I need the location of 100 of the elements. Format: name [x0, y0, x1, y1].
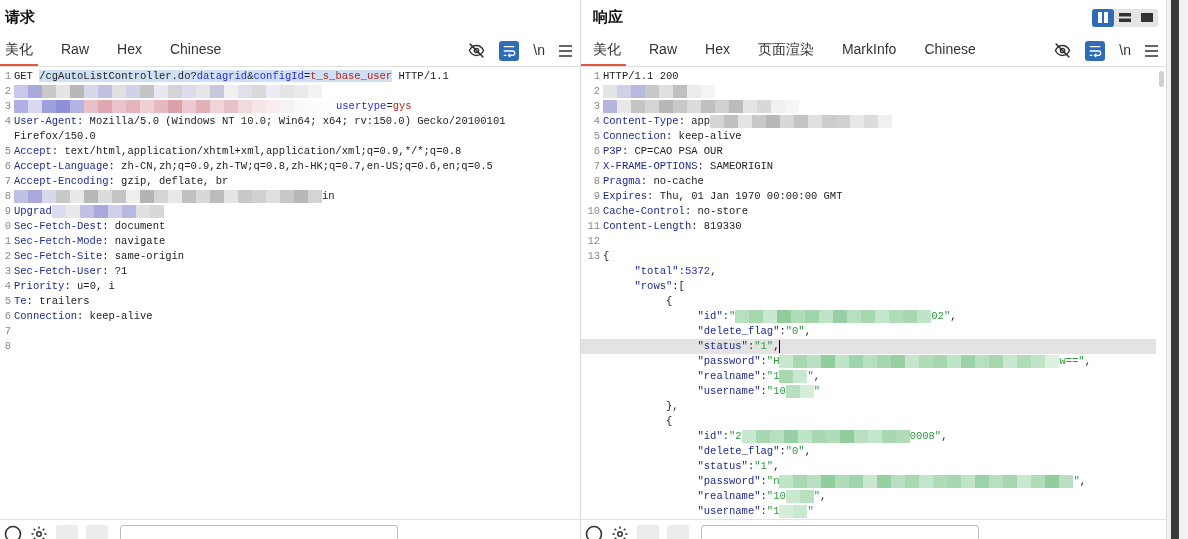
code-text: , [820, 490, 827, 502]
header-name: Content-Length [603, 220, 692, 232]
json-string: "1" [754, 460, 774, 472]
view-tab[interactable]: Chinese [164, 35, 227, 66]
code-text: { [665, 295, 673, 307]
newline-toggle[interactable]: \n [1119, 40, 1131, 61]
line-number: 8 [4, 340, 11, 352]
code-text: /cgAutoListController.do? [39, 70, 197, 82]
header-name: Sec-Fetch-User [14, 265, 103, 277]
eye-off-icon[interactable] [468, 42, 486, 59]
search-field[interactable] [120, 525, 398, 539]
view-tab[interactable]: 美化 [581, 35, 626, 66]
code-text: : [760, 475, 767, 487]
menu-icon[interactable] [559, 44, 572, 57]
header-name: Te [14, 295, 27, 307]
code-text: & [247, 70, 254, 82]
param-value: gys [392, 100, 412, 112]
json-string: "2 [729, 430, 742, 442]
view-tab[interactable]: 页面渲染 [752, 35, 819, 66]
newline-toggle[interactable]: \n [533, 40, 545, 61]
header-name: Cache-Control [603, 205, 685, 217]
line-number: 7 [593, 160, 600, 172]
param-name: datagrid [196, 70, 248, 82]
json-key: "total" [603, 265, 679, 277]
settings-icon[interactable] [611, 525, 629, 539]
code-text: : [747, 340, 755, 352]
code-text: , [813, 370, 821, 382]
code-text: : Thu, 01 Jan 1970 00:00:00 GMT [647, 190, 843, 202]
json-string: "H [766, 355, 780, 367]
settings-icon[interactable] [30, 525, 48, 539]
line-number: 4 [4, 115, 11, 127]
pane-title: 响应 [592, 7, 623, 28]
code-text: , [1084, 355, 1091, 367]
eye-off-icon[interactable] [1054, 42, 1072, 59]
view-tab[interactable]: Raw [644, 35, 682, 66]
json-key: "realname" [603, 370, 761, 382]
view-tab[interactable]: Hex [700, 35, 735, 66]
json-key: "delete_flag" [603, 445, 780, 457]
code-text: { [665, 415, 673, 427]
json-key: "password" [603, 475, 761, 487]
view-tab[interactable]: Chinese [919, 35, 981, 66]
code-text: : [760, 370, 767, 382]
line-number: 1 [593, 70, 600, 82]
code-text: HTTP/1.1 [397, 70, 449, 82]
line-number: 8 [4, 190, 11, 202]
json-string: "0" [785, 445, 805, 457]
code-text: : [747, 460, 755, 472]
code-text: : gzip, deflate, br [108, 175, 229, 187]
code-text: : no-cache [640, 175, 704, 187]
json-string: "10 [766, 385, 786, 397]
json-key: "status" [603, 340, 748, 352]
code-text: : [678, 265, 685, 277]
view-tab[interactable]: 美化 [0, 35, 38, 66]
json-key: "password" [603, 355, 761, 367]
json-string: "1" [754, 340, 774, 352]
line-number: 4 [593, 115, 600, 127]
line-number: 6 [593, 145, 600, 157]
code-text: : app [678, 115, 711, 127]
param-value: t_s_base_user [310, 70, 393, 82]
code-text: : document [102, 220, 166, 232]
header-name: P3P [603, 145, 622, 157]
json-number: 5372 [684, 265, 711, 277]
wrap-toggle[interactable] [499, 40, 520, 61]
code-text: : text/html,application/xhtml+xml,application/xml;q=0.9,*/*;q=0.8 [51, 145, 462, 157]
redaction-drawing [785, 384, 814, 398]
view-tab[interactable]: Raw [56, 35, 94, 66]
line-number: 12 [587, 235, 600, 247]
code-text: : SAMEORIGIN [697, 160, 774, 172]
json-string: " [807, 505, 814, 517]
wrap-toggle[interactable] [1085, 40, 1106, 61]
line-number: 6 [4, 310, 11, 322]
wrap-icon [502, 43, 517, 58]
columns-icon [1097, 12, 1109, 23]
line-number: 1 [4, 70, 11, 82]
line-number: 3 [4, 100, 11, 112]
view-tab[interactable]: Hex [112, 35, 147, 66]
json-key: "rows" [603, 280, 673, 292]
help-icon[interactable] [4, 525, 22, 539]
help-icon[interactable] [585, 525, 603, 539]
line-number: 8 [593, 175, 600, 187]
code-text: , [950, 310, 957, 322]
header-name: Accept-Language [14, 160, 109, 172]
code-text: , [773, 340, 780, 352]
view-tab[interactable]: MarkInfo [836, 35, 902, 66]
code-text: : keep-alive [77, 310, 153, 322]
text-cursor [779, 339, 781, 353]
json-key: "realname" [603, 490, 761, 502]
code-text: , [1079, 475, 1087, 487]
header-name: Expires [603, 190, 648, 202]
code-text: : [722, 430, 730, 442]
code-text: : [760, 385, 767, 397]
header-name: Accept [14, 145, 52, 157]
code-text: : same-origin [102, 250, 185, 262]
search-field[interactable] [701, 525, 979, 539]
menu-icon[interactable] [1145, 44, 1158, 57]
line-number: 2 [4, 85, 11, 97]
json-string: " [1073, 475, 1080, 487]
line-number: 10 [587, 205, 600, 217]
json-key: "delete_flag" [603, 325, 780, 337]
json-string: " [729, 310, 736, 322]
